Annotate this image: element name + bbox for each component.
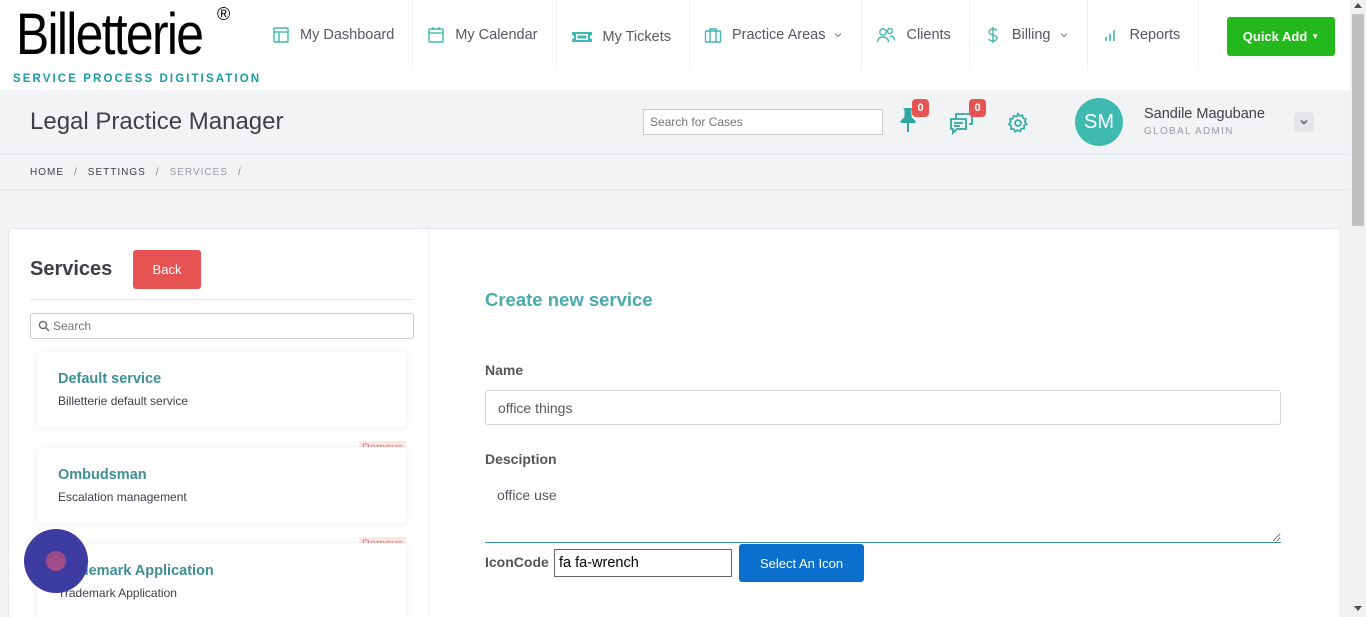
nav-reports[interactable]: Reports — [1088, 0, 1200, 70]
logo-wordmark: Billetterie — [16, 2, 204, 67]
nav-my-dashboard[interactable]: My Dashboard — [258, 0, 414, 70]
dollar-icon — [988, 27, 998, 43]
select-icon-button[interactable]: Select An Icon — [739, 544, 864, 582]
services-search-input[interactable] — [53, 317, 403, 335]
user-menu-toggle[interactable] — [1294, 112, 1314, 132]
name-label: Name — [485, 362, 524, 378]
chat-widget-button[interactable] — [24, 529, 88, 593]
nav-label: My Calendar — [455, 27, 538, 43]
top-navbar: Billetterie ® SERVICE PROCESS DIGITISATI… — [0, 0, 1350, 90]
case-search-input[interactable] — [643, 109, 883, 135]
dashboard-icon — [273, 27, 289, 43]
service-description: Trademark Application — [58, 586, 177, 600]
breadcrumb-separator: / — [74, 166, 78, 178]
logo-registered-mark: ® — [217, 4, 231, 24]
iconcode-label: IconCode — [485, 554, 549, 570]
nav-label: Billing — [1011, 27, 1051, 43]
nav-label: Clients — [906, 27, 951, 43]
nav-clients[interactable]: Clients — [862, 0, 970, 70]
chevron-down-icon — [1300, 120, 1308, 125]
calendar-icon — [428, 27, 444, 43]
billetterie-logo[interactable]: Billetterie ® SERVICE PROCESS DIGITISATI… — [12, 2, 259, 88]
service-name: Default service — [58, 371, 162, 387]
service-item-default[interactable]: Default service Billetterie default serv… — [37, 351, 406, 427]
user-name: Sandile Magubane — [1144, 106, 1265, 122]
nav-label: Practice Areas — [731, 27, 826, 43]
message-count-badge: 0 — [969, 99, 986, 117]
nav-practice-areas[interactable]: Practice Areas — [690, 0, 863, 70]
nav-label: My Dashboard — [300, 27, 395, 43]
services-search-box — [30, 313, 414, 339]
divider — [30, 299, 414, 300]
chevron-down-icon — [1060, 33, 1067, 38]
page-header: Legal Practice Manager 0 0 SM Sandile Ma… — [0, 90, 1350, 155]
description-label: Desciption — [485, 451, 557, 467]
nav-label: Reports — [1129, 27, 1181, 43]
service-item-trademark[interactable]: Trademark Application Trademark Applicat… — [37, 543, 406, 617]
service-name-input[interactable] — [485, 390, 1281, 425]
bar-chart-icon — [1104, 30, 1115, 41]
nav-label: My Tickets — [602, 29, 671, 45]
avatar[interactable]: SM — [1075, 98, 1123, 146]
gear-icon — [1007, 111, 1028, 134]
chat-widget-icon — [46, 551, 66, 571]
settings-button[interactable] — [1007, 111, 1029, 134]
breadcrumb-settings[interactable]: SETTINGS — [88, 167, 146, 178]
main-nav: My Dashboard My Calendar My Tickets Prac… — [258, 0, 1200, 70]
search-icon — [38, 320, 50, 332]
logo-tagline: SERVICE PROCESS DIGITISATION — [13, 73, 262, 85]
quick-add-button[interactable]: Quick Add ▼ — [1227, 17, 1335, 56]
services-heading: Services — [30, 258, 113, 280]
service-description: Billetterie default service — [58, 394, 189, 408]
messages-button[interactable]: 0 — [949, 99, 986, 136]
page-scrollbar[interactable] — [1350, 0, 1366, 617]
breadcrumb-separator: / — [155, 166, 160, 178]
pin-count-badge: 0 — [912, 99, 929, 117]
chevron-down-icon — [835, 33, 842, 38]
service-description: Escalation management — [58, 490, 187, 504]
pinned-notifications-button[interactable]: 0 — [896, 99, 929, 134]
breadcrumb: HOME / SETTINGS / SERVICES / — [0, 155, 1350, 190]
breadcrumb-services: SERVICES — [169, 166, 228, 178]
user-role: GLOBAL ADMIN — [1144, 126, 1234, 137]
nav-my-tickets[interactable]: My Tickets — [557, 0, 690, 70]
scrollbar-thumb[interactable] — [1352, 14, 1364, 226]
back-button[interactable]: Back — [133, 250, 201, 289]
service-description-textarea[interactable]: office use — [485, 475, 1281, 543]
scroll-up-arrow-icon[interactable] — [1354, 3, 1362, 8]
quick-add-label: Quick Add — [1242, 29, 1308, 44]
nav-billing[interactable]: Billing — [970, 0, 1088, 70]
briefcase-icon — [704, 28, 722, 43]
page-title: Legal Practice Manager — [30, 108, 284, 135]
nav-my-calendar[interactable]: My Calendar — [413, 0, 557, 70]
service-name: Ombudsman — [58, 467, 147, 483]
scroll-down-arrow-icon[interactable] — [1354, 606, 1362, 611]
users-icon — [877, 27, 896, 43]
ticket-icon — [571, 32, 592, 42]
iconcode-input[interactable] — [554, 549, 732, 577]
breadcrumb-home[interactable]: HOME — [30, 167, 64, 178]
breadcrumb-separator: / — [237, 166, 242, 178]
form-title: Create new service — [485, 289, 653, 310]
services-card: Services Back Default service Billetteri… — [8, 228, 1341, 617]
service-item-ombudsman[interactable]: Ombudsman Escalation management — [37, 447, 406, 523]
caret-down-icon: ▼ — [1311, 32, 1320, 41]
